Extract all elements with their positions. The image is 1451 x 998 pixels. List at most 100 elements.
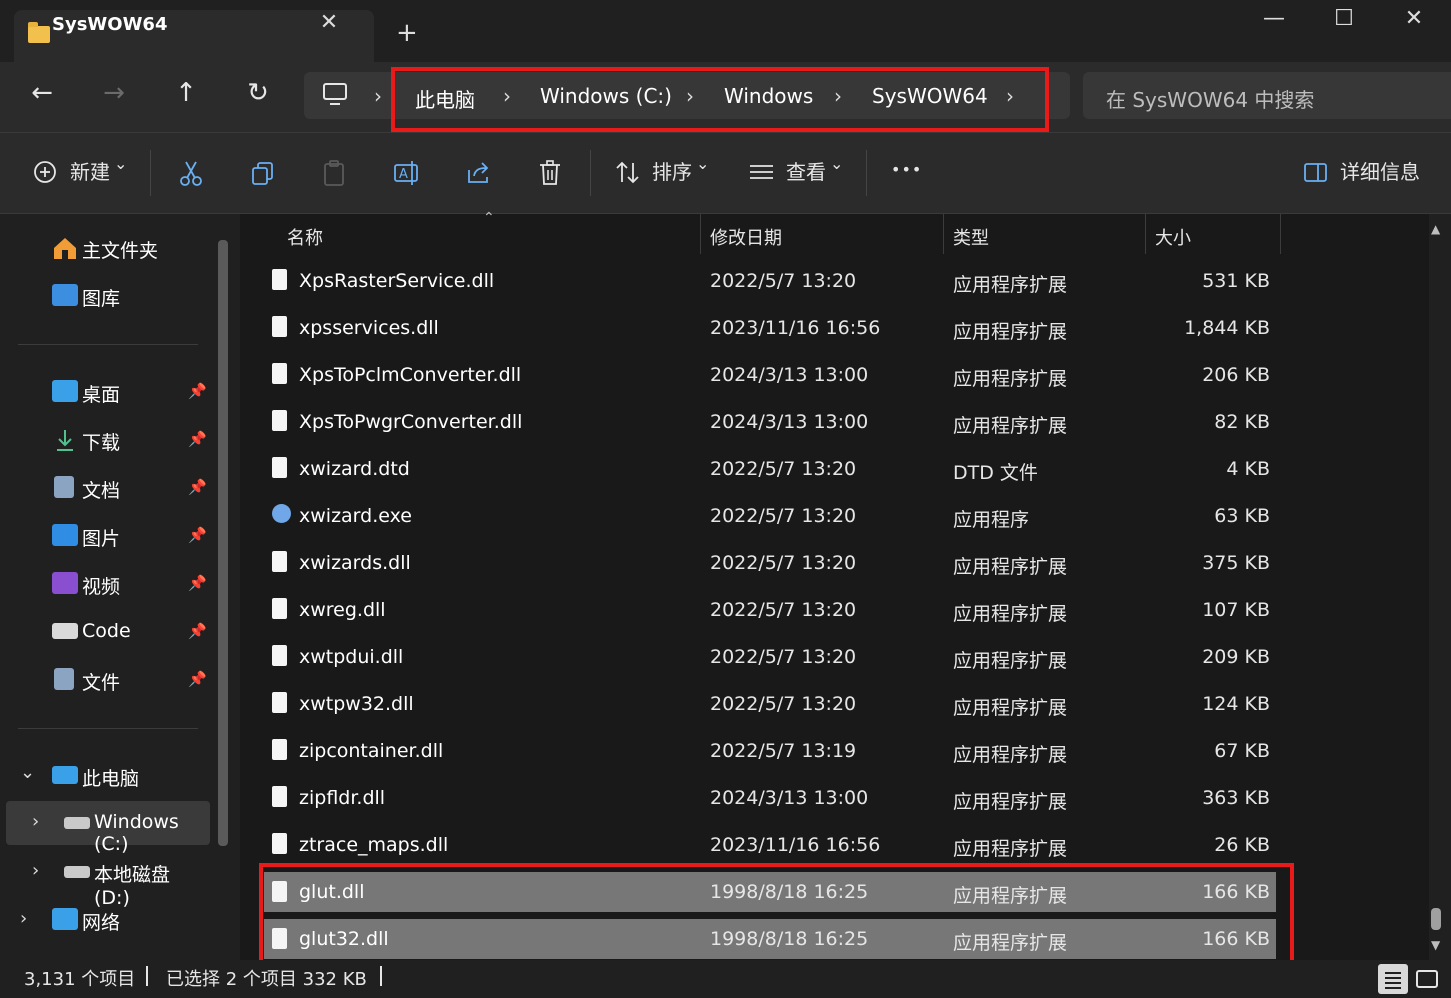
- table-row[interactable]: xwreg.dll 2022/5/7 13:20 应用程序扩展 107 KB: [264, 588, 1276, 632]
- sort-button[interactable]: 排序: [652, 156, 692, 185]
- sidebar-item-files[interactable]: 文件 📌: [0, 658, 210, 702]
- sort-icon[interactable]: [614, 160, 642, 186]
- cut-icon[interactable]: [178, 160, 204, 188]
- table-row[interactable]: xwtpdui.dll 2022/5/7 13:20 应用程序扩展 209 KB: [264, 635, 1276, 679]
- refresh-button[interactable]: ↻: [238, 78, 278, 108]
- chevron-down-icon[interactable]: ⌄: [830, 154, 843, 173]
- column-divider[interactable]: [943, 214, 944, 254]
- table-row[interactable]: XpsRasterService.dll 2022/5/7 13:20 应用程序…: [264, 259, 1276, 303]
- highlight-box-selection: [259, 863, 1294, 969]
- sidebar-item-downloads[interactable]: 下载 📌: [0, 418, 210, 462]
- view-button[interactable]: 查看: [786, 156, 826, 185]
- close-window-button[interactable]: ✕: [1394, 6, 1434, 31]
- dll-file-icon: [272, 833, 287, 854]
- tiles-view-button[interactable]: [1412, 964, 1442, 994]
- table-row[interactable]: xwizard.exe 2022/5/7 13:20 应用程序 63 KB: [264, 494, 1276, 538]
- more-options-button[interactable]: •••: [891, 160, 922, 179]
- scrollbar-thumb[interactable]: [1431, 908, 1441, 930]
- copy-icon[interactable]: [250, 160, 276, 186]
- pin-icon[interactable]: 📌: [188, 670, 207, 688]
- table-row[interactable]: ztrace_maps.dll 2023/11/16 16:56 应用程序扩展 …: [264, 823, 1276, 867]
- back-button[interactable]: ←: [22, 78, 62, 108]
- sidebar-item-windows-c[interactable]: › Windows (C:): [6, 801, 210, 855]
- sidebar-item-pictures[interactable]: 图片 📌: [0, 514, 210, 558]
- file-size: 124 KB: [1202, 693, 1270, 715]
- up-button[interactable]: ↑: [166, 78, 206, 108]
- scroll-up-icon[interactable]: ▲: [1431, 222, 1440, 236]
- file-type: 应用程序扩展: [953, 321, 1068, 343]
- vertical-scrollbar[interactable]: [1429, 214, 1451, 960]
- pin-icon[interactable]: 📌: [188, 526, 207, 544]
- sidebar-item-this-pc[interactable]: ⌄ 此电脑: [0, 754, 210, 798]
- view-icon[interactable]: [748, 162, 776, 184]
- sidebar-item-desktop[interactable]: 桌面 📌: [0, 370, 210, 414]
- chevron-right-icon[interactable]: ›: [32, 811, 39, 832]
- sidebar-item-home[interactable]: 主文件夹: [0, 226, 210, 270]
- table-row[interactable]: XpsToPclmConverter.dll 2024/3/13 13:00 应…: [264, 353, 1276, 397]
- minimize-button[interactable]: —: [1254, 6, 1294, 31]
- drive-icon: [64, 866, 90, 878]
- table-row[interactable]: xpsservices.dll 2023/11/16 16:56 应用程序扩展 …: [264, 306, 1276, 350]
- sidebar-item-gallery[interactable]: 图库: [0, 274, 210, 318]
- pin-icon[interactable]: 📌: [188, 478, 207, 496]
- table-row[interactable]: zipfldr.dll 2024/3/13 13:00 应用程序扩展 363 K…: [264, 776, 1276, 820]
- file-date: 2022/5/7 13:20: [710, 458, 857, 480]
- chevron-down-icon[interactable]: ⌄: [20, 762, 35, 783]
- sidebar-item-videos[interactable]: 视频 📌: [0, 562, 210, 606]
- computer-icon: [323, 83, 347, 105]
- details-button[interactable]: 详细信息: [1340, 156, 1420, 185]
- table-row[interactable]: zipcontainer.dll 2022/5/7 13:19 应用程序扩展 6…: [264, 729, 1276, 773]
- new-button[interactable]: 新建: [70, 156, 110, 185]
- plus-circle-icon[interactable]: [33, 160, 59, 186]
- search-input[interactable]: 在 SysWOW64 中搜索: [1106, 84, 1314, 113]
- pin-icon[interactable]: 📌: [188, 382, 207, 400]
- sidebar-item-local-disk-d[interactable]: › 本地磁盘 (D:): [6, 850, 210, 909]
- column-header-date[interactable]: 修改日期: [710, 224, 782, 250]
- table-row[interactable]: xwtpw32.dll 2022/5/7 13:20 应用程序扩展 124 KB: [264, 682, 1276, 726]
- forward-button[interactable]: →: [94, 78, 134, 108]
- sidebar-item-code[interactable]: Code 📌: [0, 610, 210, 654]
- table-row[interactable]: xwizards.dll 2022/5/7 13:20 应用程序扩展 375 K…: [264, 541, 1276, 585]
- chevron-right-icon[interactable]: ›: [20, 908, 27, 929]
- tab-close-icon[interactable]: ✕: [316, 10, 342, 35]
- column-divider[interactable]: [1280, 214, 1281, 254]
- toolbar-divider: [150, 150, 151, 196]
- sidebar-item-documents[interactable]: 文档 📌: [0, 466, 210, 510]
- sidebar-scrollbar[interactable]: [218, 240, 228, 846]
- pin-icon[interactable]: 📌: [188, 622, 207, 640]
- details-view-button[interactable]: [1378, 964, 1408, 994]
- new-tab-button[interactable]: +: [396, 18, 418, 48]
- table-row[interactable]: XpsToPwgrConverter.dll 2024/3/13 13:00 应…: [264, 400, 1276, 444]
- sidebar-item-network[interactable]: › 网络: [0, 898, 210, 942]
- file-name: xwtpw32.dll: [299, 693, 414, 715]
- chevron-right-icon[interactable]: ›: [32, 860, 39, 881]
- rename-icon[interactable]: A: [393, 160, 421, 186]
- file-name: XpsRasterService.dll: [299, 270, 495, 292]
- file-size: 4 KB: [1226, 458, 1270, 480]
- sidebar-divider: [18, 344, 198, 345]
- svg-text:A: A: [399, 167, 408, 182]
- pin-icon[interactable]: 📌: [188, 430, 207, 448]
- column-header-size[interactable]: 大小: [1155, 224, 1191, 250]
- pin-icon[interactable]: 📌: [188, 574, 207, 592]
- chevron-down-icon[interactable]: ⌄: [114, 154, 127, 173]
- column-divider[interactable]: [700, 214, 701, 254]
- column-divider[interactable]: [1145, 214, 1146, 254]
- file-name: xwreg.dll: [299, 599, 386, 621]
- table-row[interactable]: xwizard.dtd 2022/5/7 13:20 DTD 文件 4 KB: [264, 447, 1276, 491]
- column-header-type[interactable]: 类型: [953, 224, 989, 250]
- delete-icon[interactable]: [538, 160, 564, 188]
- file-date: 2023/11/16 16:56: [710, 317, 881, 339]
- paste-icon[interactable]: [322, 160, 348, 188]
- file-date: 2022/5/7 13:19: [710, 740, 857, 762]
- dll-file-icon: [272, 316, 287, 337]
- column-header-name[interactable]: 名称: [287, 224, 323, 250]
- scroll-down-icon[interactable]: ▼: [1431, 938, 1440, 952]
- chevron-down-icon[interactable]: ⌄: [696, 154, 709, 173]
- details-pane-icon[interactable]: [1303, 162, 1329, 184]
- computer-icon: [52, 766, 78, 784]
- file-type: 应用程序扩展: [953, 838, 1068, 860]
- maximize-button[interactable]: ☐: [1324, 6, 1364, 31]
- tiles-view-icon: [1416, 970, 1438, 988]
- share-icon[interactable]: [466, 160, 494, 186]
